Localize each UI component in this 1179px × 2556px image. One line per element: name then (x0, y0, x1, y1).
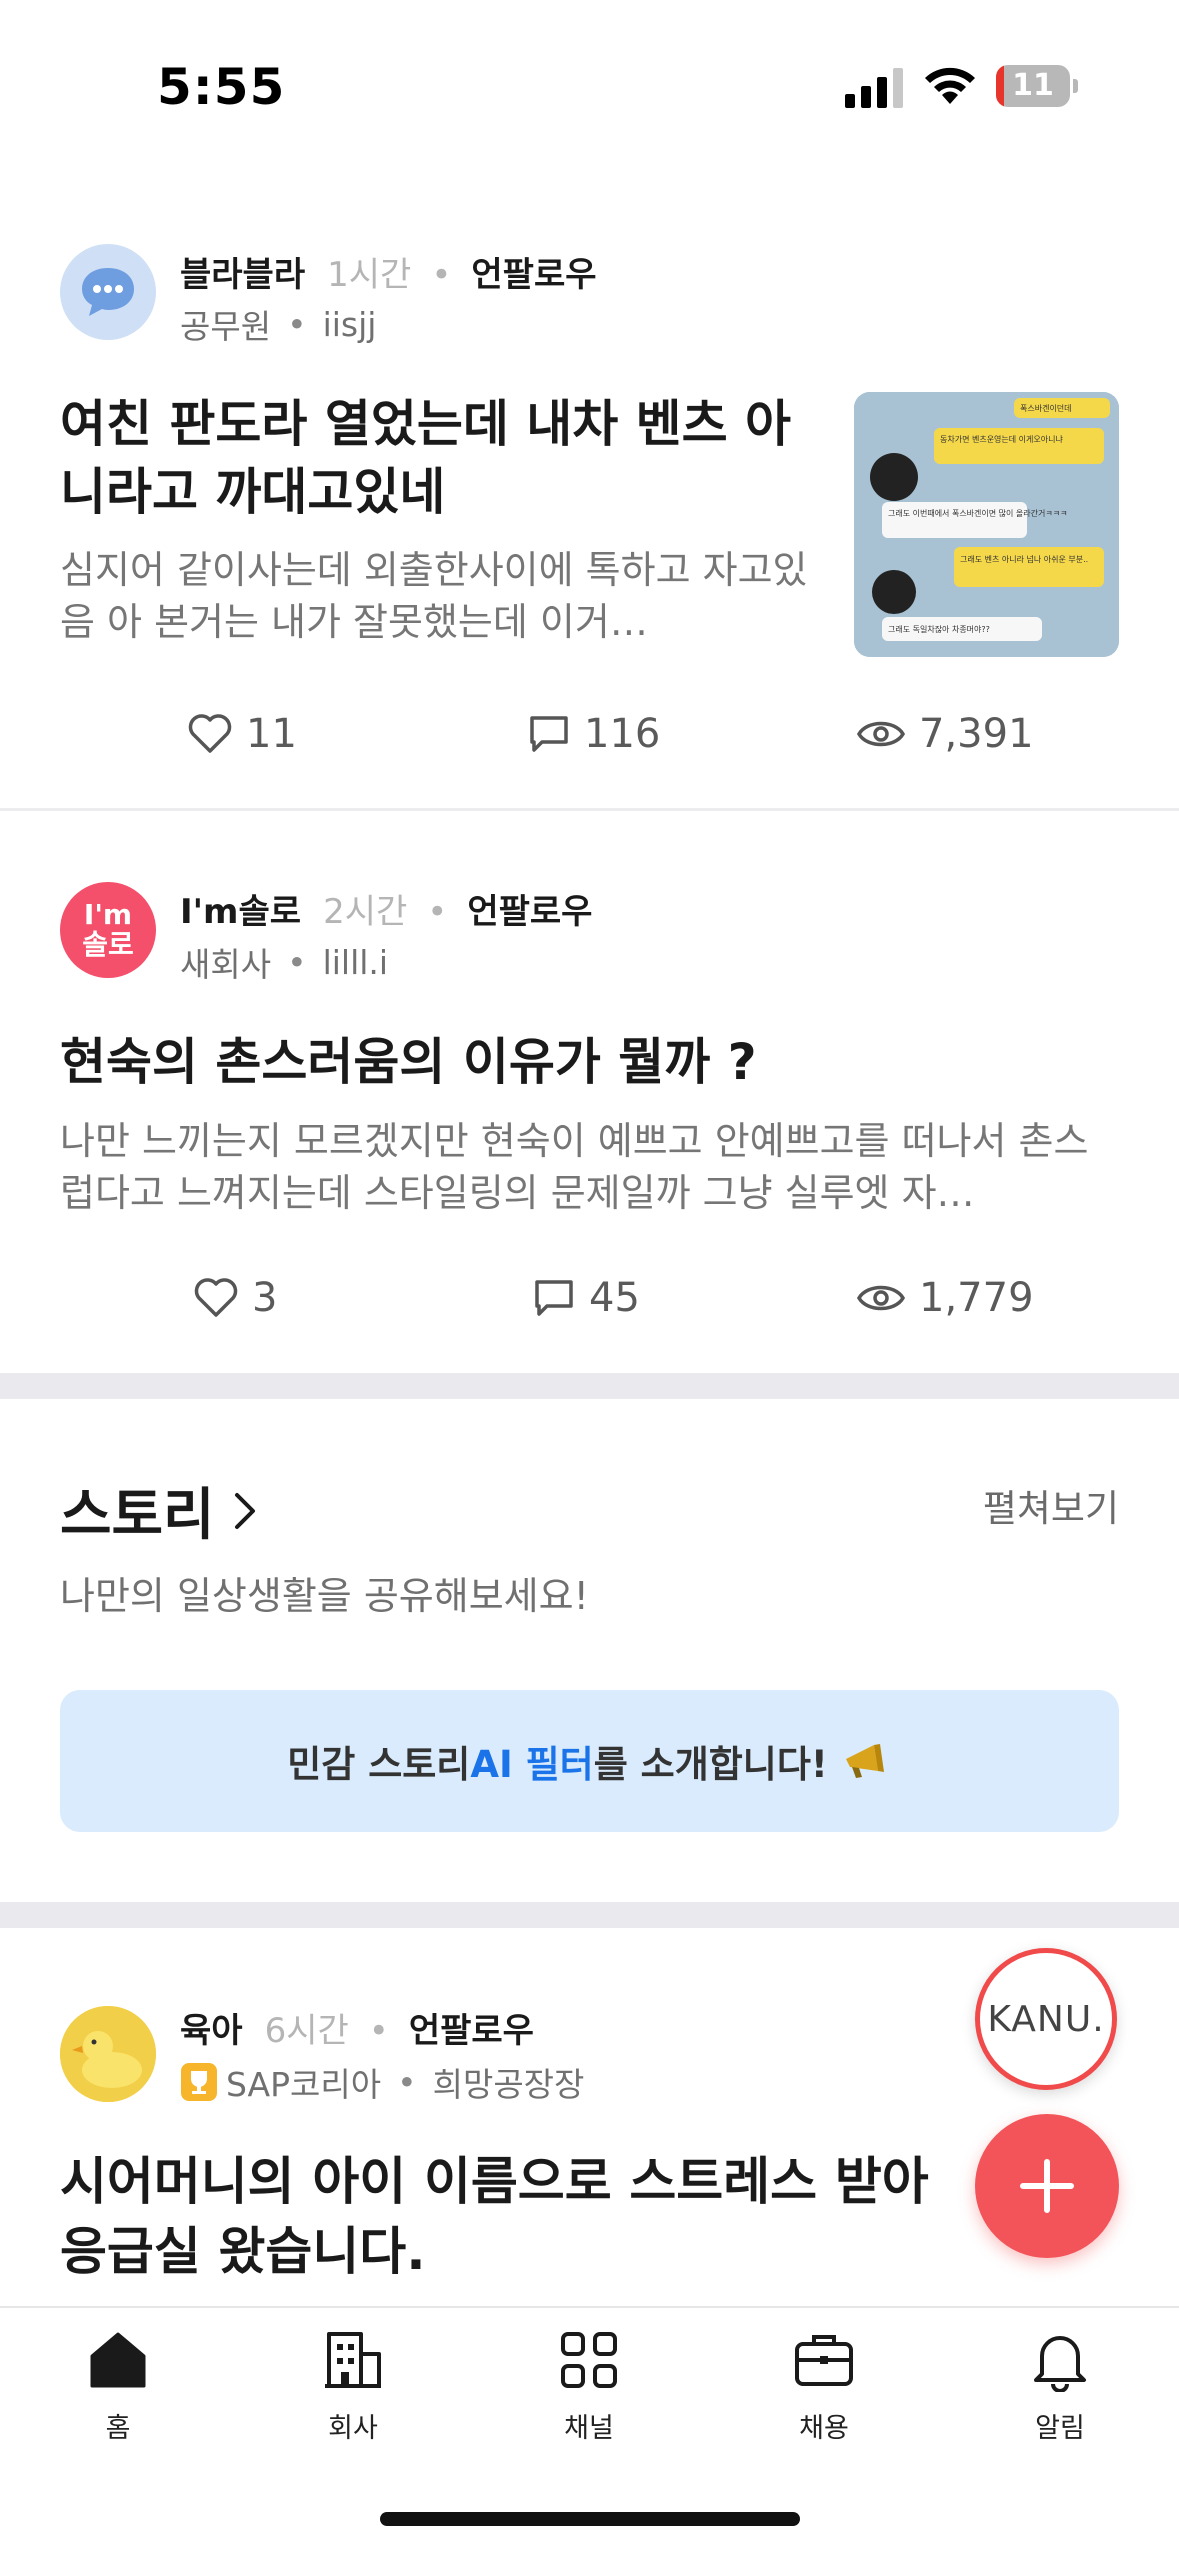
view-count: 1,779 (857, 1268, 1034, 1328)
thumb-msg-5: 그래도 독일차잖아 차종머야?? (888, 624, 990, 634)
grid-icon (561, 2332, 617, 2388)
thumb-msg-2: 동차가면 벤츠운영는데 이게오아니냐 (940, 434, 1063, 444)
chevron-right-icon (234, 1492, 255, 1529)
post-time: 2시간 (323, 892, 408, 932)
home-indicator[interactable] (380, 2512, 800, 2526)
channel-avatar[interactable] (60, 2006, 156, 2102)
briefcase-icon (795, 2335, 853, 2386)
post-stats: 11 116 7,391 (0, 704, 1179, 764)
nav-channel[interactable]: 채널 (519, 2328, 659, 2445)
view-count: 7,391 (857, 704, 1034, 764)
channel-name[interactable]: 육아 (180, 2011, 243, 2051)
author-company: 공무원 (180, 307, 272, 346)
story-section-title[interactable]: 스토리 (60, 1470, 257, 1551)
building-icon (325, 2332, 381, 2388)
comment-icon (535, 1280, 573, 1316)
like-count[interactable]: 3 (194, 1268, 277, 1328)
bell-icon (1034, 2336, 1086, 2392)
thumb-msg-1: 폭스바겐이던데 (1020, 403, 1072, 413)
post-meta: I'm솔로 2시간 • 언팔로우 (180, 892, 593, 932)
post-meta: 육아 6시간 • 언팔로우 (180, 2011, 534, 2051)
battery-indicator: 11 (996, 65, 1078, 107)
unfollow-button[interactable]: 언팔로우 (467, 892, 592, 932)
avatar-text: I'm (83, 898, 133, 931)
status-bar: 5:55 11 (0, 0, 1179, 175)
duck-icon (60, 2006, 156, 2102)
channel-name[interactable]: 블라블라 (180, 255, 305, 295)
post-preview[interactable]: 심지어 같이사는데 외출한사이에 톡하고 자고있음 아 본거는 내가 잘못했는데… (60, 544, 820, 648)
post-time: 1시간 (327, 255, 412, 295)
avatar-text: 솔로 (82, 928, 134, 961)
section-divider (0, 1902, 1179, 1928)
ai-filter-banner[interactable]: 민감 스토리 AI 필터 를 소개합니다! (60, 1690, 1119, 1832)
post-thumbnail[interactable]: 폭스바겐이던데 동차가면 벤츠운영는데 이게오아니냐 그래도 이번때에서 폭스바… (854, 392, 1119, 657)
chat-bubble-icon (82, 268, 134, 316)
nav-company[interactable]: 회사 (283, 2328, 423, 2445)
nav-notifications[interactable]: 알림 (990, 2328, 1130, 2445)
author-nickname: 희망공장장 (432, 2065, 585, 2104)
eye-icon (857, 1285, 905, 1311)
expand-button[interactable]: 펼쳐보기 (983, 1478, 1119, 1532)
post-time: 6시간 (264, 2011, 349, 2051)
nav-home[interactable]: 홈 (48, 2328, 188, 2445)
story-subtitle: 나만의 일상생활을 공유해보세요! (60, 1574, 589, 1618)
post-title[interactable]: 현숙의 촌스러움의 이유가 뭘까 ? (60, 1028, 1120, 1096)
post-title[interactable]: 여친 판도라 열었는데 내차 벤츠 아니라고 까대고있네 (60, 390, 820, 526)
post-preview[interactable]: 나만 느끼는지 모르겠지만 현숙이 예쁘고 안예쁘고를 떠나서 촌스럽다고 느껴… (60, 1115, 1120, 1219)
author-company: 새회사 (180, 945, 272, 984)
unfollow-button[interactable]: 언팔로우 (471, 255, 596, 295)
status-time: 5:55 (157, 58, 286, 116)
write-post-button[interactable] (975, 2114, 1119, 2258)
channel-avatar[interactable]: I'm 솔로 (60, 882, 156, 978)
thumb-msg-4: 그래도 벤츠 아니라 넘나 아쉬운 부분.. (960, 554, 1088, 564)
author-nickname: lilll.i (322, 942, 389, 982)
wifi-icon (925, 67, 975, 104)
channel-avatar[interactable] (60, 244, 156, 340)
eye-icon (857, 721, 905, 747)
megaphone-icon (845, 1744, 884, 1778)
comment-count[interactable]: 45 (533, 1268, 640, 1328)
signal-icon (845, 68, 903, 108)
author-info: SAP코리아 • 희망공장장 (180, 2058, 584, 2106)
author-company: SAP코리아 (226, 2065, 382, 2104)
author-info: 새회사 • lilll.i (180, 938, 388, 986)
post-stats: 3 45 1,779 (0, 1268, 1179, 1328)
author-nickname: iisjj (322, 304, 377, 344)
comment-count[interactable]: 116 (528, 704, 660, 764)
kanu-ad-button[interactable]: KANU. (975, 1948, 1117, 2090)
post-meta: 블라블라 1시간 • 언팔로우 (180, 255, 597, 295)
section-divider (0, 1373, 1179, 1399)
unfollow-button[interactable]: 언팔로우 (409, 2011, 534, 2051)
heart-icon (194, 1278, 238, 1317)
plus-icon (1020, 2159, 1074, 2213)
comment-icon (530, 716, 568, 752)
home-icon (90, 2332, 146, 2388)
post-title[interactable]: 시어머니의 아이 이름으로 스트레스 받아 응급실 왔습니다. (60, 2148, 960, 2288)
trophy-badge-icon (181, 2063, 217, 2101)
thumb-msg-3: 그래도 이번때에서 폭스바겐이면 많이 올라간거ㅋㅋㅋ (888, 508, 1067, 518)
divider (0, 808, 1179, 811)
nav-jobs[interactable]: 채용 (754, 2328, 894, 2445)
heart-icon (188, 714, 232, 753)
channel-name[interactable]: I'm솔로 (180, 892, 301, 932)
like-count[interactable]: 11 (188, 704, 297, 764)
battery-percent: 11 (1012, 68, 1054, 103)
banner-highlight: AI 필터 (470, 1743, 594, 1786)
author-info: 공무원 • iisjj (180, 300, 376, 348)
